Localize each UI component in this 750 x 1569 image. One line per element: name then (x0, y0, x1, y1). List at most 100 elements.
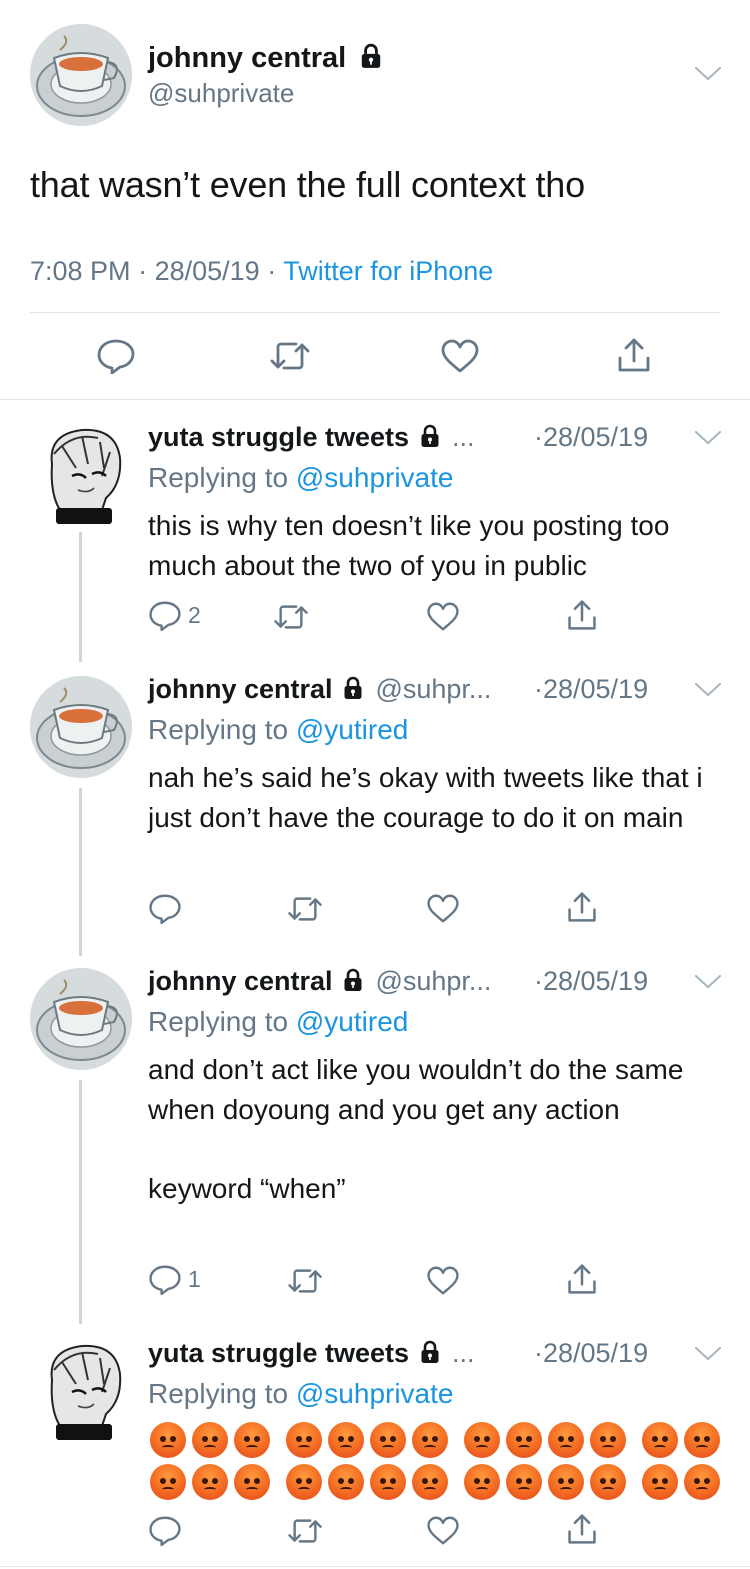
chevron-down-icon[interactable] (694, 1346, 722, 1362)
emoji-row (150, 1422, 720, 1458)
angry-face-emoji (464, 1422, 500, 1458)
reply-author-handle[interactable]: @suhpr... (375, 966, 491, 996)
reply-icon[interactable] (148, 1264, 182, 1295)
chevron-down-icon[interactable] (694, 430, 722, 446)
angry-face-emoji (192, 1464, 228, 1500)
retweet-icon[interactable] (272, 602, 310, 632)
reply-icon[interactable] (148, 893, 182, 924)
lock-icon (341, 968, 365, 992)
reply-author-name[interactable]: yuta struggle tweets (148, 1338, 409, 1368)
reply-avatar[interactable] (30, 676, 132, 778)
lock-icon (341, 676, 365, 700)
emoji-row (150, 1464, 720, 1500)
share-icon[interactable] (566, 1262, 598, 1296)
reply-author-handle[interactable]: @suhpr... (375, 674, 491, 704)
retweet-icon[interactable] (268, 339, 312, 373)
angry-face-emoji (370, 1464, 406, 1500)
share-icon[interactable] (616, 336, 652, 374)
reply-author-name[interactable]: yuta struggle tweets (148, 422, 409, 452)
share-icon[interactable] (566, 1512, 598, 1546)
angry-face-emoji (150, 1464, 186, 1500)
replying-to: Replying to @yutired (148, 714, 408, 746)
tweet-meta: 7:08 PM · 28/05/19 · Twitter for iPhone (30, 256, 493, 287)
thread-line (79, 532, 82, 662)
like-icon[interactable] (426, 1265, 460, 1296)
replying-to-handle[interactable]: @suhprivate (296, 1378, 454, 1409)
like-icon[interactable] (426, 1515, 460, 1546)
reply-avatar[interactable] (42, 1340, 122, 1442)
reply-action[interactable]: 2 (148, 600, 201, 631)
angry-face-emoji (506, 1422, 542, 1458)
thread-line (79, 788, 82, 956)
replying-to-handle[interactable]: @yutired (296, 714, 408, 745)
replying-to-label: Replying to (148, 1006, 289, 1037)
author-avatar[interactable] (30, 24, 132, 126)
reply-avatar[interactable] (42, 424, 122, 526)
angry-face-emoji (412, 1464, 448, 1500)
angry-face-emoji (642, 1464, 678, 1500)
reply-actions (148, 892, 708, 926)
meta-separator: · (138, 256, 148, 286)
reply-author-name[interactable]: johnny central (148, 674, 333, 704)
chevron-down-icon[interactable] (694, 682, 722, 698)
reply-icon[interactable] (148, 600, 182, 631)
tweet-source[interactable]: Twitter for iPhone (283, 256, 493, 286)
thread-line (79, 1080, 82, 1324)
share-icon[interactable] (566, 890, 598, 924)
meta-separator: · (267, 256, 277, 286)
angry-face-emoji (234, 1422, 270, 1458)
reply-date[interactable]: ·28/05/19 (534, 1338, 648, 1369)
reply-author-handle[interactable]: ... (452, 1338, 475, 1368)
replying-to-label: Replying to (148, 714, 289, 745)
like-icon[interactable] (426, 601, 460, 632)
reply-icon[interactable] (96, 338, 136, 374)
share-icon[interactable] (566, 598, 598, 632)
reply-header: yuta struggle tweets ... (148, 1338, 474, 1369)
reply-author-handle[interactable]: ... (452, 422, 475, 452)
angry-face-emoji (548, 1422, 584, 1458)
reply-date[interactable]: ·28/05/19 (534, 966, 648, 997)
tweet-time: 7:08 PM (30, 256, 131, 286)
chevron-down-icon[interactable] (694, 66, 722, 82)
reply-text: and don’t act like you wouldn’t do the s… (148, 1050, 718, 1208)
divider (0, 1566, 750, 1567)
angry-face-emoji (192, 1422, 228, 1458)
author-handle[interactable]: @suhprivate (148, 78, 294, 109)
reply-date[interactable]: ·28/05/19 (534, 674, 648, 705)
replying-to-label: Replying to (148, 1378, 289, 1409)
divider (0, 399, 750, 400)
reply-count: 1 (188, 1266, 201, 1292)
angry-face-emoji (150, 1422, 186, 1458)
like-icon[interactable] (426, 893, 460, 924)
author-name[interactable]: johnny central (148, 42, 346, 74)
angry-face-emoji (234, 1464, 270, 1500)
reply-text-body: this is why ten doesn’t like you posting… (148, 510, 678, 581)
lock-icon (418, 424, 442, 448)
angry-face-emoji (328, 1422, 364, 1458)
reply-date[interactable]: ·28/05/19 (534, 422, 648, 453)
replying-to-handle[interactable]: @suhprivate (296, 462, 454, 493)
angry-face-emoji (286, 1422, 322, 1458)
retweet-icon[interactable] (286, 894, 324, 924)
retweet-icon[interactable] (286, 1516, 324, 1546)
reply-action[interactable]: 1 (148, 1264, 201, 1295)
angry-face-emoji (642, 1422, 678, 1458)
retweet-icon[interactable] (286, 1266, 324, 1296)
like-icon[interactable] (440, 338, 480, 374)
reply-header: johnny central @suhpr... (148, 674, 491, 705)
author-name-row[interactable]: johnny central (148, 42, 384, 75)
chevron-down-icon[interactable] (694, 974, 722, 990)
replying-to-handle[interactable]: @yutired (296, 1006, 408, 1037)
reply-avatar[interactable] (30, 968, 132, 1070)
reply-actions: 2 (148, 600, 708, 634)
reply-icon[interactable] (148, 1515, 182, 1546)
angry-face-emoji (328, 1464, 364, 1500)
tweet-date: 28/05/19 (154, 256, 260, 286)
angry-face-emoji (548, 1464, 584, 1500)
replying-to: Replying to @suhprivate (148, 462, 453, 494)
divider (30, 312, 720, 313)
reply-text: this is why ten doesn’t like you posting… (148, 506, 718, 585)
angry-face-emoji (464, 1464, 500, 1500)
angry-face-emoji (590, 1464, 626, 1500)
reply-author-name[interactable]: johnny central (148, 966, 333, 996)
